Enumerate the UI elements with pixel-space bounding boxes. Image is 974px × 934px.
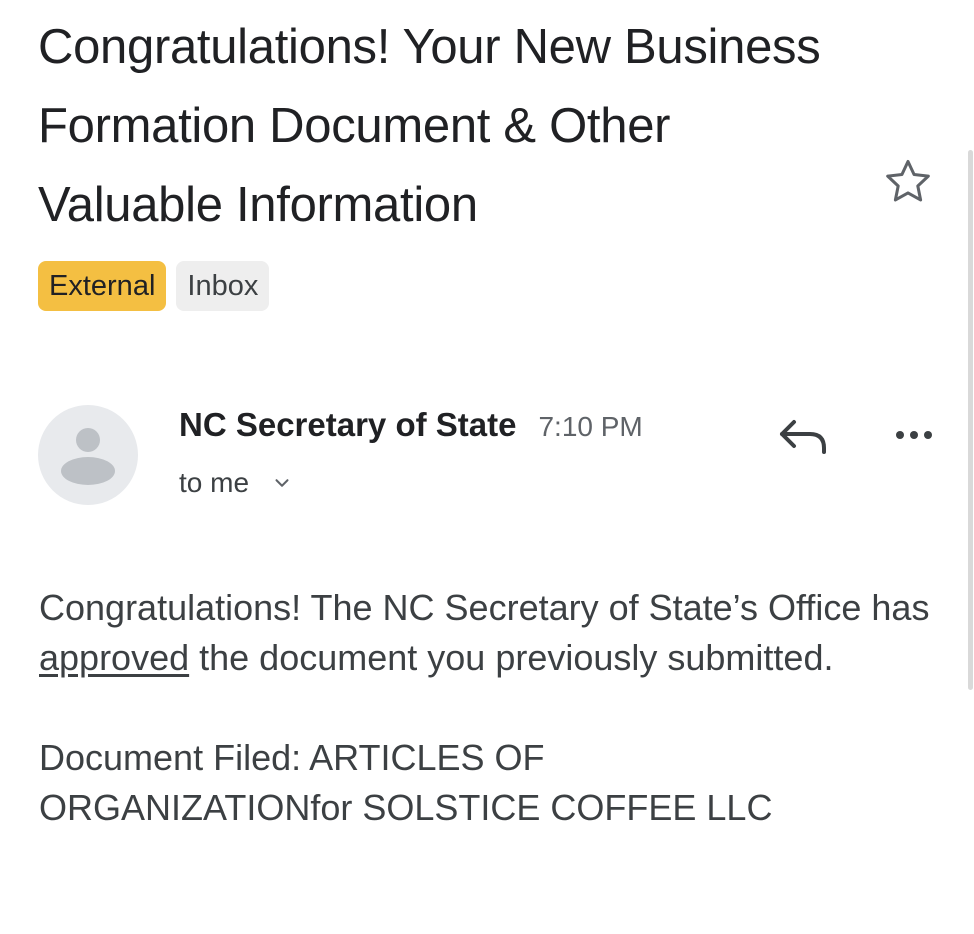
approved-link[interactable]: approved <box>39 637 189 678</box>
chevron-down-icon <box>275 479 289 487</box>
sender-avatar[interactable] <box>38 405 138 505</box>
recipient-label: to me <box>179 467 250 498</box>
sender-name[interactable]: NC Secretary of State <box>179 406 516 444</box>
email-time: 7:10 PM <box>538 411 643 442</box>
recipient-toggle[interactable]: to me <box>179 467 293 499</box>
email-view: Congratulations! Your New Business Forma… <box>0 0 974 934</box>
scrollbar[interactable] <box>968 150 973 690</box>
body-paragraph-approval: Congratulations! The NC Secretary of Sta… <box>39 587 930 678</box>
email-body: Congratulations! The NC Secretary of Sta… <box>39 583 939 833</box>
document-filed-line-1: Document Filed: ARTICLES OF <box>39 737 545 778</box>
more-options-icon[interactable] <box>886 418 942 452</box>
email-subject: Congratulations! Your New Business Forma… <box>38 20 821 232</box>
reply-icon[interactable] <box>776 412 832 460</box>
document-filed-line-2: ORGANIZATIONfor SOLSTICE COFFEE LLC <box>39 787 773 828</box>
body-paragraph-document: Document Filed: ARTICLES OF ORGANIZATION… <box>39 733 939 833</box>
label-list: External Inbox <box>38 261 270 311</box>
person-icon <box>61 428 115 485</box>
label-external[interactable]: External <box>38 261 167 311</box>
star-icon[interactable] <box>880 154 936 210</box>
label-inbox[interactable]: Inbox <box>176 261 270 311</box>
sender-row: NC Secretary of State 7:10 PM <box>179 406 643 444</box>
